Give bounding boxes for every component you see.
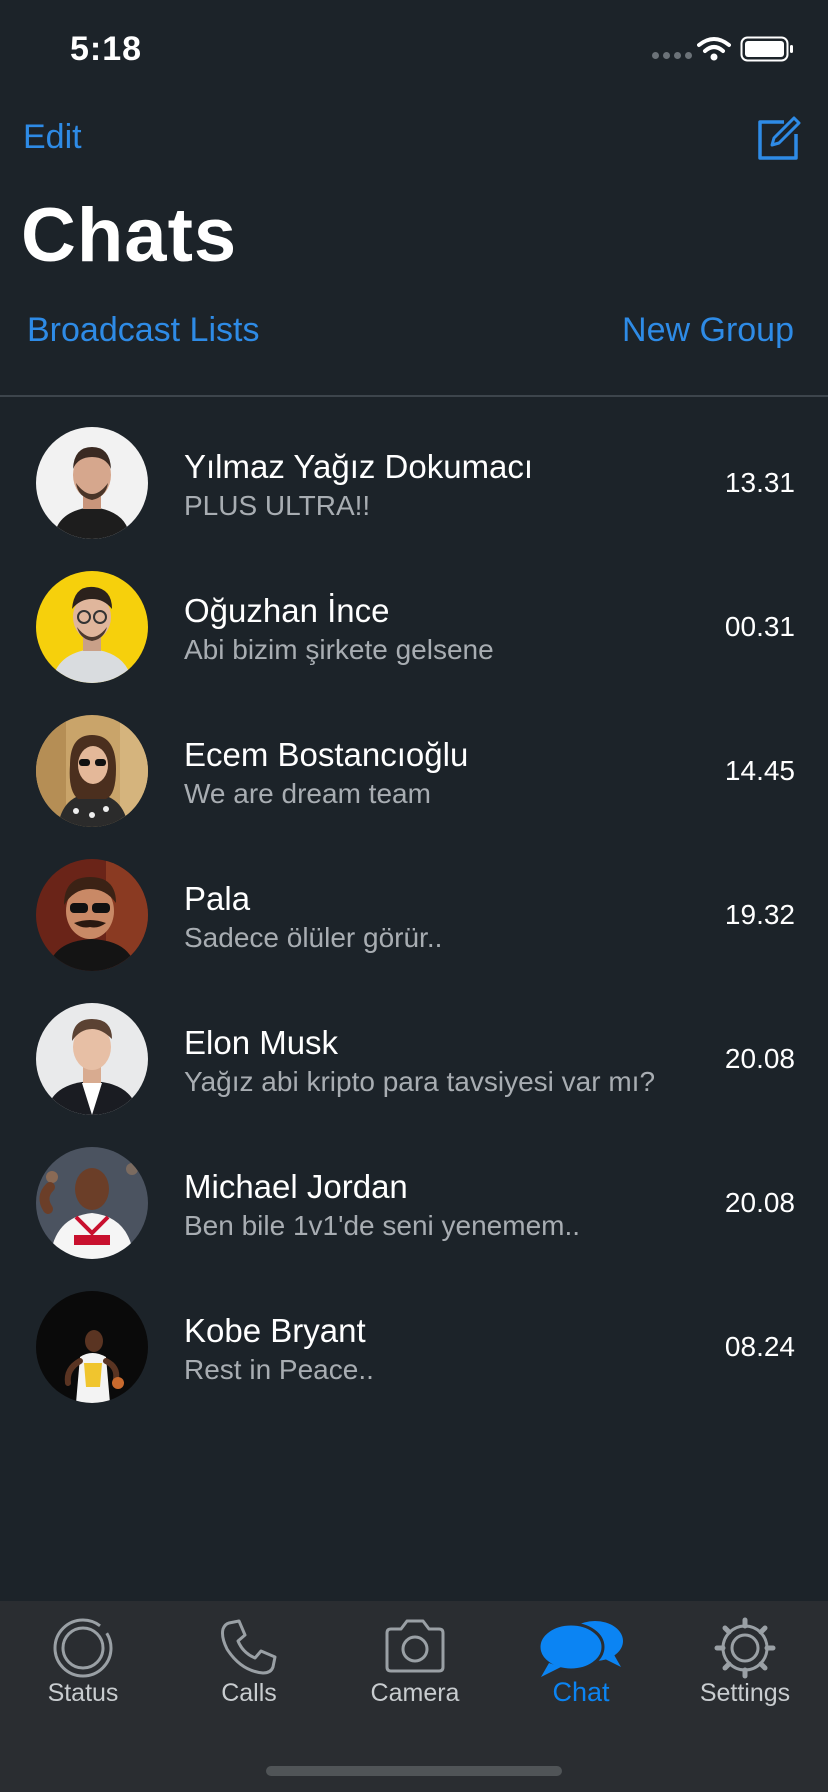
compose-icon[interactable] — [754, 114, 802, 162]
tab-chat[interactable]: Chat — [498, 1601, 664, 1731]
chat-time: 14.45 — [724, 755, 795, 786]
broadcast-lists-button[interactable]: Broadcast Lists — [27, 311, 259, 350]
camera-icon — [385, 1619, 445, 1673]
chat-row[interactable]: Kobe Bryant Rest in Peace.. 08.24 — [0, 1274, 828, 1418]
chat-row[interactable]: Pala Sadece ölüler görür.. 19.32 — [0, 842, 828, 986]
chat-preview: Abi bizim şirkete gelsene — [184, 634, 494, 665]
chat-preview: Yağız abi kripto para tavsiyesi var mı? — [184, 1066, 656, 1097]
chat-row[interactable]: Michael Jordan Ben bile 1v1'de seni yene… — [0, 1130, 828, 1274]
edit-button[interactable]: Edit — [23, 118, 82, 157]
tab-label: Calls — [221, 1679, 277, 1707]
phone-icon — [221, 1619, 277, 1675]
chat-preview: Rest in Peace.. — [184, 1354, 374, 1385]
chat-row[interactable]: Ecem Bostancıoğlu We are dream team 14.4… — [0, 698, 828, 842]
signal-icon — [652, 52, 692, 59]
tab-label: Status — [47, 1679, 119, 1707]
battery-icon — [740, 36, 793, 62]
avatar — [36, 1291, 148, 1403]
wifi-icon — [697, 37, 731, 61]
tab-bar: Status Calls Camera Chat Settings — [0, 1601, 828, 1792]
avatar — [36, 1003, 148, 1115]
tab-label: Chat — [552, 1677, 610, 1707]
home-indicator — [266, 1766, 562, 1776]
avatar — [36, 715, 148, 827]
tab-camera[interactable]: Camera — [332, 1601, 498, 1731]
chat-name: Elon Musk — [184, 1024, 339, 1061]
tab-status[interactable]: Status — [0, 1601, 166, 1731]
chat-time: 13.31 — [724, 467, 795, 498]
new-group-button[interactable]: New Group — [622, 311, 794, 350]
gear-icon — [714, 1617, 776, 1679]
status-bar: 5:18 — [0, 0, 828, 100]
chat-list: Yılmaz Yağız Dokumacı PLUS ULTRA!! 13.31… — [0, 410, 828, 1418]
chat-row[interactable]: Oğuzhan İnce Abi bizim şirkete gelsene 0… — [0, 554, 828, 698]
tab-label: Settings — [699, 1679, 791, 1707]
chat-time: 19.32 — [724, 899, 795, 930]
page-title: Chats — [21, 193, 238, 278]
chat-name: Yılmaz Yağız Dokumacı — [184, 448, 534, 485]
chat-time: 20.08 — [724, 1043, 795, 1074]
avatar — [36, 427, 148, 539]
avatar — [36, 859, 148, 971]
chat-preview: PLUS ULTRA!! — [184, 490, 371, 521]
tab-label: Camera — [370, 1679, 460, 1707]
chat-name: Kobe Bryant — [184, 1312, 366, 1349]
chat-row[interactable]: Yılmaz Yağız Dokumacı PLUS ULTRA!! 13.31 — [0, 410, 828, 554]
chat-bubbles-icon — [537, 1621, 623, 1677]
chat-name: Oğuzhan İnce — [184, 592, 390, 629]
chat-name: Ecem Bostancıoğlu — [184, 736, 469, 773]
header-divider — [0, 395, 828, 397]
chat-time: 20.08 — [724, 1187, 795, 1218]
chat-preview: Ben bile 1v1'de seni yenemem.. — [184, 1210, 581, 1241]
avatar — [36, 571, 148, 683]
chat-time: 08.24 — [724, 1331, 795, 1362]
status-time: 5:18 — [70, 30, 143, 68]
tab-settings[interactable]: Settings — [662, 1601, 828, 1731]
chat-name: Michael Jordan — [184, 1168, 408, 1205]
tab-calls[interactable]: Calls — [166, 1601, 332, 1731]
chat-row[interactable]: Elon Musk Yağız abi kripto para tavsiyes… — [0, 986, 828, 1130]
status-icon — [53, 1618, 113, 1678]
chat-name: Pala — [184, 880, 251, 917]
chat-time: 00.31 — [724, 611, 795, 642]
chat-preview: We are dream team — [184, 778, 431, 809]
chat-preview: Sadece ölüler görür.. — [184, 922, 443, 953]
avatar — [36, 1147, 148, 1259]
